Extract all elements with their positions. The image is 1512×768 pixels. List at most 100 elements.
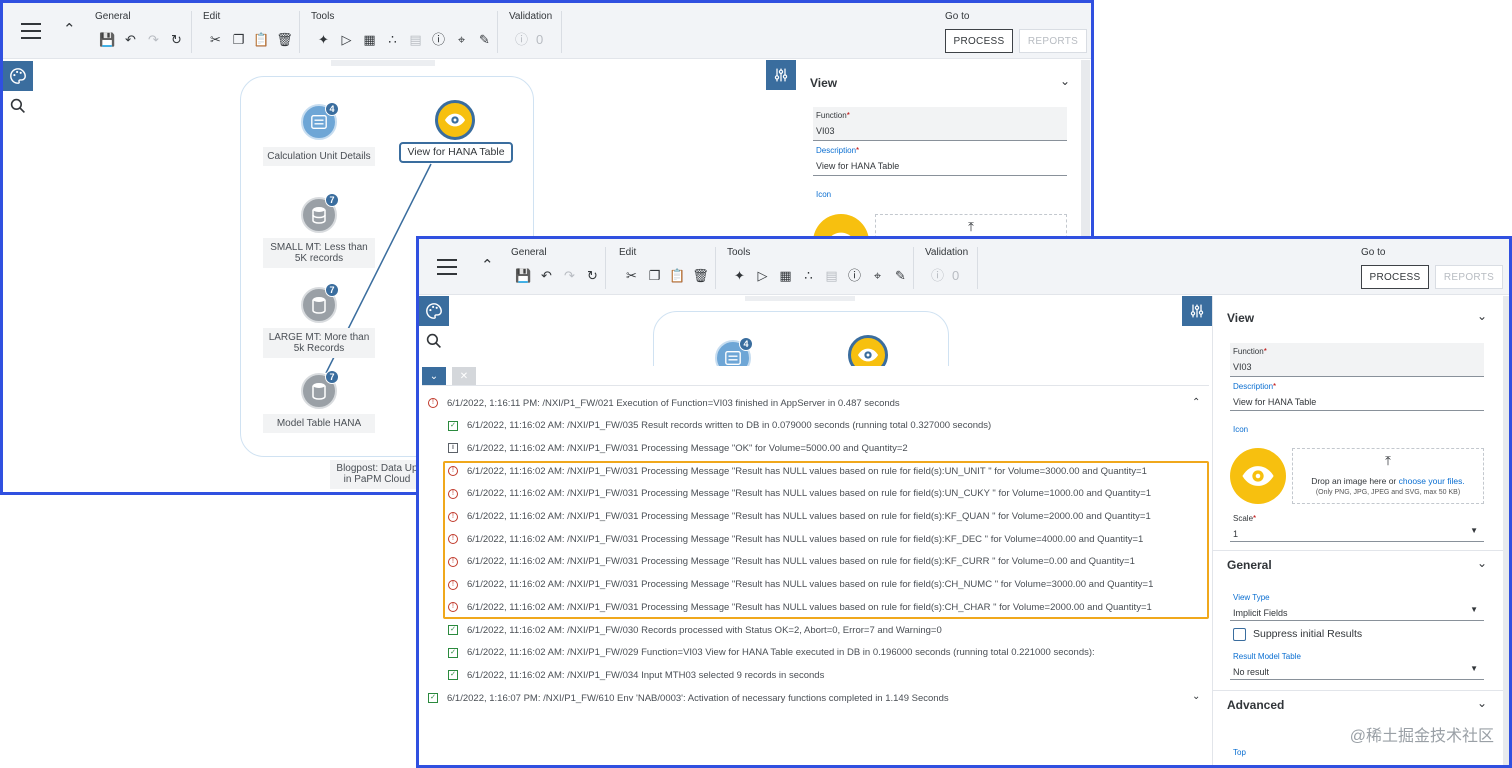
log-entry[interactable]: ! 6/1/2022, 11:16:02 AM: /NXI/P1_FW/031 P… <box>448 486 1151 502</box>
palette-button[interactable] <box>3 61 33 91</box>
layers-icon[interactable]: ▤ <box>407 33 424 47</box>
search-globe-icon[interactable]: ⌖ <box>869 269 886 283</box>
refresh-icon[interactable]: ↻ <box>584 269 601 283</box>
chevron-up-icon[interactable]: ⌃ <box>63 20 76 38</box>
layers-icon[interactable]: ▤ <box>823 269 840 283</box>
search-button[interactable] <box>419 326 449 356</box>
info-icon[interactable]: ⓘ <box>430 33 447 47</box>
edit-icon[interactable]: ✎ <box>476 33 493 47</box>
scale-select[interactable]: Scale* 1 ▼ <box>1230 510 1484 542</box>
delete-icon[interactable]: 🗑 <box>276 33 293 47</box>
redo-icon[interactable]: ↷ <box>561 269 578 283</box>
copy-icon[interactable]: ❐ <box>646 269 663 283</box>
chevron-down-icon[interactable]: ⌄ <box>1477 696 1487 710</box>
result-model-select[interactable]: Result Model Table No result ▼ <box>1230 648 1484 680</box>
top-field[interactable]: Top <box>1230 744 1484 765</box>
chevron-down-icon[interactable]: ⌄ <box>1060 74 1070 88</box>
error-icon: ! <box>448 534 458 545</box>
function-field[interactable]: Function* VI03 <box>813 107 1067 141</box>
log-entry[interactable]: ! 6/1/2022, 1:16:11 PM: /NXI/P1_FW/021 Ex… <box>428 395 900 411</box>
validation-warning-icon[interactable]: ⓘ <box>929 269 946 283</box>
search-globe-icon[interactable]: ⌖ <box>453 33 470 47</box>
reports-button[interactable]: REPORTS <box>1435 265 1503 289</box>
search-button[interactable] <box>3 91 33 121</box>
save-icon[interactable]: 💾 <box>515 269 532 283</box>
left-rail <box>419 296 449 356</box>
view-type-label: View Type <box>1233 593 1270 602</box>
choose-files-link[interactable]: choose your files. <box>1399 476 1465 486</box>
small-mt-node-label[interactable]: SMALL MT: Less than 5K records <box>263 238 375 268</box>
log-entry[interactable]: ! 6/1/2022, 11:16:02 AM: /NXI/P1_FW/031 P… <box>448 599 1152 615</box>
view-type-select[interactable]: View Type Implicit Fields ▼ <box>1230 589 1484 621</box>
save-icon[interactable]: 💾 <box>99 33 116 47</box>
front-window: ⌃ General 💾 ↶ ↷ ↻ Edit ✂ ❐ 📋 🗑 Tools ✦ ▷… <box>416 236 1512 768</box>
table-icon[interactable]: ▦ <box>361 33 378 47</box>
cut-icon[interactable]: ✂ <box>207 33 224 47</box>
suppress-results-label: Suppress initial Results <box>1253 628 1363 640</box>
log-entry[interactable]: ✓ 6/1/2022, 11:16:02 AM: /NXI/P1_FW/029 F… <box>448 645 1095 661</box>
delete-icon[interactable]: 🗑 <box>692 269 709 283</box>
chevron-down-icon[interactable]: ⌄ <box>1477 556 1487 570</box>
diagram-canvas[interactable]: 4 <box>451 296 1206 366</box>
properties-toggle-button[interactable] <box>766 60 796 90</box>
reports-button[interactable]: REPORTS <box>1019 29 1087 53</box>
magic-wand-icon[interactable]: ✦ <box>731 269 748 283</box>
collapse-log-button[interactable]: ⌄ <box>422 367 446 385</box>
paste-icon[interactable]: 📋 <box>253 33 270 47</box>
chevron-up-icon[interactable]: ⌃ <box>1192 397 1200 408</box>
chevron-up-icon[interactable]: ⌃ <box>481 256 494 274</box>
log-entry[interactable]: ! 6/1/2022, 11:16:02 AM: /NXI/P1_FW/031 P… <box>448 531 1143 547</box>
refresh-icon[interactable]: ↻ <box>168 33 185 47</box>
log-entry[interactable]: i 6/1/2022, 11:16:02 AM: /NXI/P1_FW/031 P… <box>448 440 908 456</box>
description-field[interactable]: Description* View for HANA Table <box>813 142 1067 176</box>
view-node-label[interactable]: View for HANA Table <box>399 142 513 163</box>
paste-icon[interactable]: 📋 <box>669 269 686 283</box>
properties-toggle-button[interactable] <box>1182 296 1212 326</box>
undo-icon[interactable]: ↶ <box>538 269 555 283</box>
redo-icon[interactable]: ↷ <box>145 33 162 47</box>
process-button[interactable]: PROCESS <box>945 29 1013 53</box>
close-log-button[interactable]: ✕ <box>452 367 476 385</box>
function-field[interactable]: Function* VI03 <box>1230 343 1484 377</box>
function-value: VI03 <box>1233 362 1252 372</box>
dropzone-hint: (Only PNG, JPG, JPEG and SVG, max 50 KB) <box>1315 489 1461 496</box>
log-entry[interactable]: ✓ 6/1/2022, 11:16:02 AM: /NXI/P1_FW/034 I… <box>448 667 824 683</box>
log-entry[interactable]: ✓ 6/1/2022, 11:16:02 AM: /NXI/P1_FW/030 R… <box>448 622 942 638</box>
run-icon[interactable]: ▷ <box>338 33 355 47</box>
validation-warning-icon[interactable]: ⓘ <box>513 33 530 47</box>
cut-icon[interactable]: ✂ <box>623 269 640 283</box>
model-table-node-label[interactable]: Model Table HANA <box>263 414 375 433</box>
chevron-down-icon[interactable]: ⌄ <box>1192 691 1200 702</box>
properties-scrollbar[interactable] <box>1503 296 1509 765</box>
view-node-icon[interactable] <box>435 100 475 140</box>
palette-button[interactable] <box>419 296 449 326</box>
top-label: Top <box>1233 748 1246 757</box>
log-entry[interactable]: ! 6/1/2022, 11:16:02 AM: /NXI/P1_FW/031 P… <box>448 463 1147 479</box>
copy-icon[interactable]: ❐ <box>230 33 247 47</box>
log-entry[interactable]: ! 6/1/2022, 11:16:02 AM: /NXI/P1_FW/031 P… <box>448 554 1135 570</box>
menu-icon[interactable] <box>21 23 41 39</box>
log-entry[interactable]: ! 6/1/2022, 11:16:02 AM: /NXI/P1_FW/031 P… <box>448 577 1153 593</box>
large-mt-node-label[interactable]: LARGE MT: More than 5k Records <box>263 328 375 358</box>
process-button[interactable]: PROCESS <box>1361 265 1429 289</box>
run-icon[interactable]: ▷ <box>754 269 771 283</box>
log-entry-text: 6/1/2022, 1:16:11 PM: /NXI/P1_FW/021 Exe… <box>447 397 900 409</box>
process-group-box[interactable] <box>653 311 949 366</box>
scatter-icon[interactable]: ∴ <box>800 269 817 283</box>
menu-icon[interactable] <box>437 259 457 275</box>
undo-icon[interactable]: ↶ <box>122 33 139 47</box>
info-icon[interactable]: ⓘ <box>846 269 863 283</box>
description-field[interactable]: Description* View for HANA Table <box>1230 378 1484 411</box>
table-icon[interactable]: ▦ <box>777 269 794 283</box>
log-entry[interactable]: ✓ 6/1/2022, 1:16:07 PM: /NXI/P1_FW/610 En… <box>428 690 949 706</box>
image-dropzone[interactable]: ⤒ Drop an image here or choose your file… <box>1292 448 1484 504</box>
log-entry[interactable]: ✓ 6/1/2022, 11:16:02 AM: /NXI/P1_FW/035 R… <box>448 418 991 434</box>
log-entry[interactable]: ! 6/1/2022, 11:16:02 AM: /NXI/P1_FW/031 P… <box>448 509 1151 525</box>
chevron-down-icon[interactable]: ⌄ <box>1477 309 1487 323</box>
suppress-results-checkbox[interactable] <box>1233 628 1246 641</box>
description-label: Description <box>1233 382 1274 391</box>
edit-icon[interactable]: ✎ <box>892 269 909 283</box>
magic-wand-icon[interactable]: ✦ <box>315 33 332 47</box>
scatter-icon[interactable]: ∴ <box>384 33 401 47</box>
calc-unit-node-label[interactable]: Calculation Unit Details <box>263 147 375 166</box>
